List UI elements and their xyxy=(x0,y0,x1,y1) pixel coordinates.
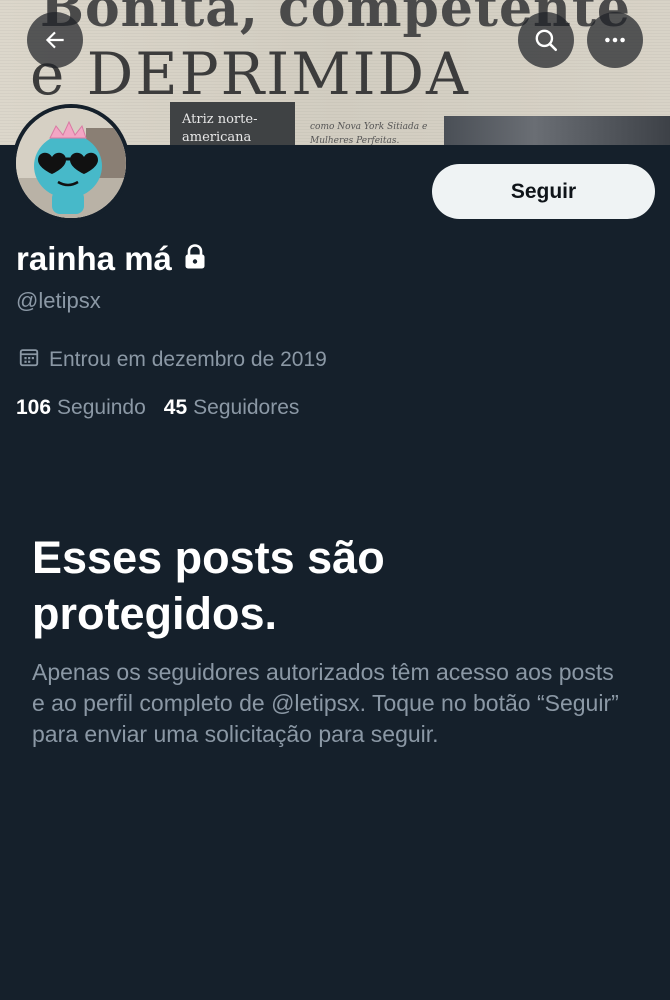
more-horizontal-icon xyxy=(605,37,625,43)
followers-count: 45 xyxy=(163,396,188,419)
lock-icon xyxy=(184,240,206,278)
joined-date-text: Entrou em dezembro de 2019 xyxy=(49,348,327,371)
banner-caption: Atriz norte-americana xyxy=(182,112,258,145)
banner-photo xyxy=(444,116,670,145)
following-label: Seguindo xyxy=(57,396,146,419)
followers-label: Seguidores xyxy=(193,396,300,419)
joined-date: Entrou em dezembro de 2019 xyxy=(18,346,327,374)
followers-link[interactable]: 45 Seguidores xyxy=(164,396,300,420)
profile-display-name: rainha má xyxy=(16,240,206,278)
back-button[interactable] xyxy=(27,12,83,68)
following-count: 106 xyxy=(16,396,52,419)
follow-counts: 106 Seguindo 45 Seguidores xyxy=(16,396,317,420)
arrow-left-icon xyxy=(45,31,64,49)
banner-article-snippet: como Nova York Sitiada e Mulheres Perfei… xyxy=(310,122,428,145)
display-name-text: rainha má xyxy=(16,240,172,277)
follow-button[interactable]: Seguir xyxy=(432,164,655,219)
calendar-icon xyxy=(18,346,40,374)
protected-posts-title: Esses posts são protegidos. xyxy=(32,532,385,639)
following-link[interactable]: 106 Seguindo xyxy=(16,396,146,420)
more-options-button[interactable] xyxy=(587,12,643,68)
profile-handle: @letipsx xyxy=(16,288,101,313)
protected-posts-message: Apenas os seguidores autorizados têm ace… xyxy=(32,659,619,747)
avatar[interactable] xyxy=(12,104,130,222)
search-icon xyxy=(535,29,558,52)
search-button[interactable] xyxy=(518,12,574,68)
avatar-image xyxy=(16,108,126,218)
banner-headline-line2: e DEPRIMIDA xyxy=(30,40,470,108)
